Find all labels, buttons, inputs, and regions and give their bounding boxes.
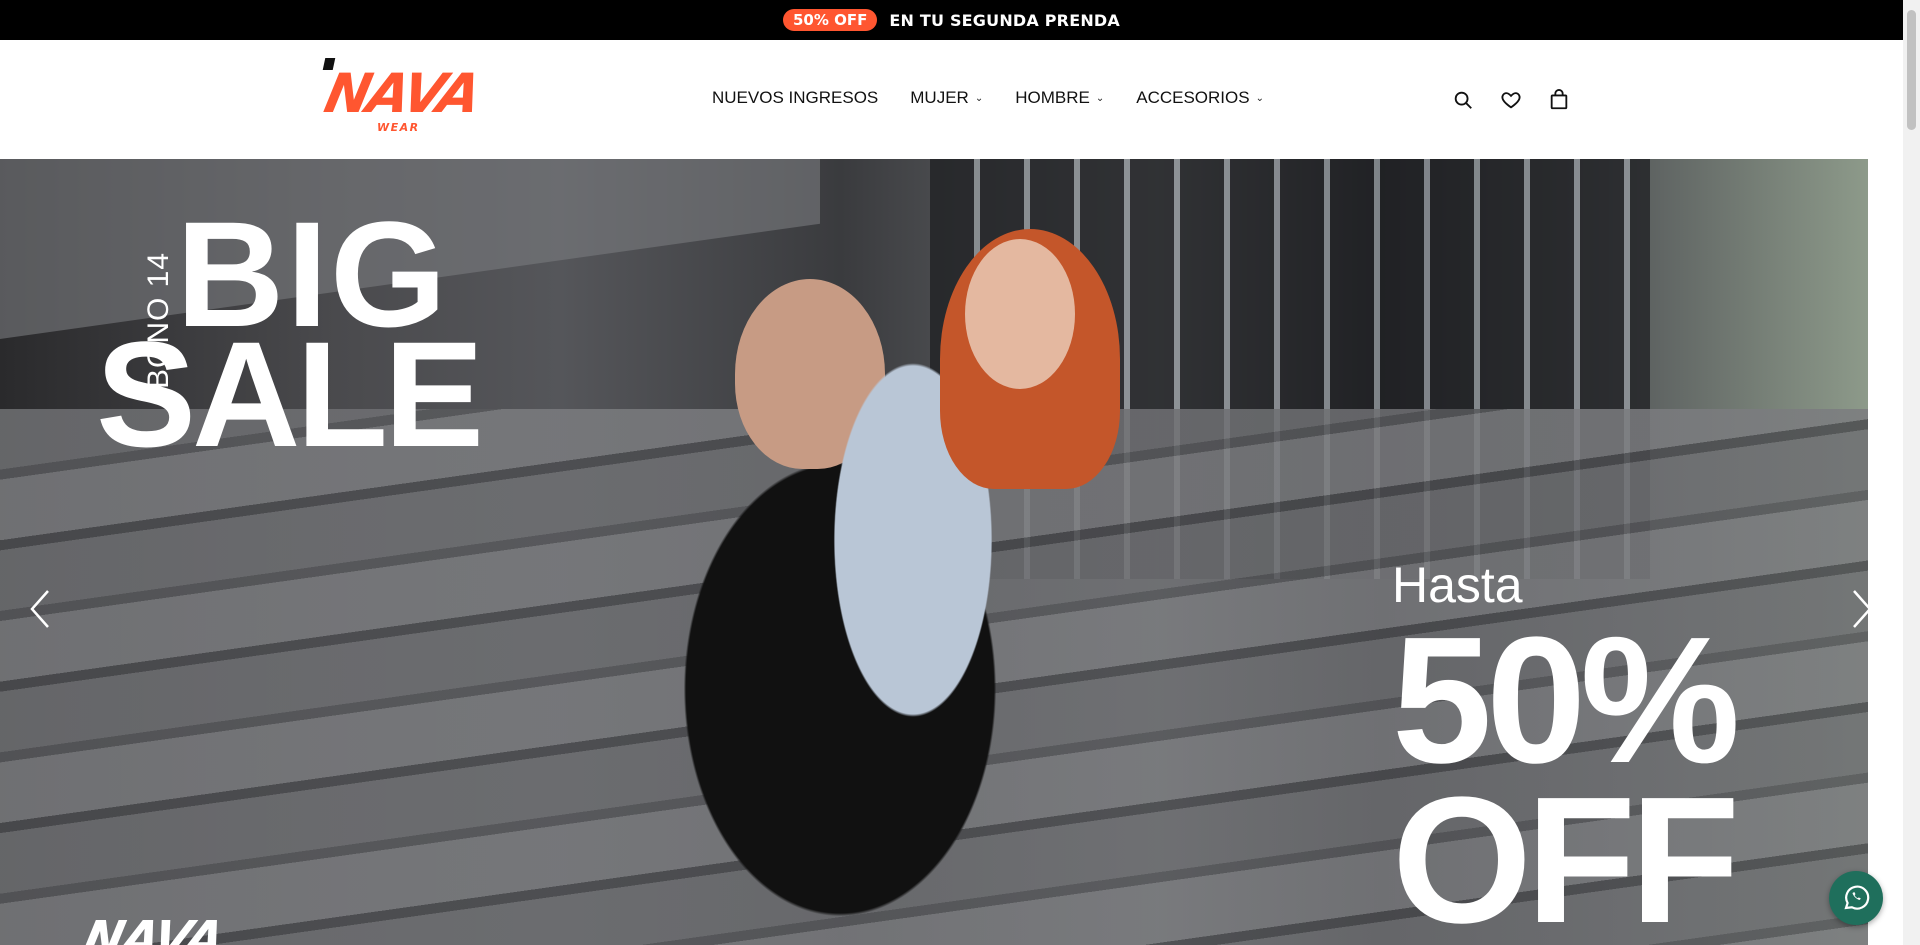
percent-text: 50% [1392,600,1740,801]
nav-item-nuevos-ingresos[interactable]: NUEVOS INGRESOS [712,88,878,108]
cart-button[interactable] [1546,87,1572,113]
site-header: NAVA WEAR NUEVOS INGRESOS MUJER ⌄ HOMBRE… [0,40,1903,159]
whatsapp-button[interactable] [1829,871,1883,925]
nav-item-label: NUEVOS INGRESOS [712,88,879,107]
slider-prev-button[interactable] [20,579,60,639]
nav-item-label: MUJER [910,88,969,107]
page-scrollbar[interactable] [1903,0,1920,945]
announcement-message: EN TU SEGUNDA PRENDA [889,10,1120,30]
main-nav: NUEVOS INGRESOS MUJER ⌄ HOMBRE ⌄ ACCESOR… [712,88,1264,108]
brand-logo[interactable]: NAVA WEAR [319,56,490,140]
slider-next-button[interactable] [1842,579,1868,639]
announcement-bar: 50% OFF EN TU SEGUNDA PRENDA [0,0,1903,40]
nav-item-hombre[interactable]: HOMBRE ⌄ [1015,88,1104,108]
bag-icon [1550,89,1568,110]
nav-item-accesorios[interactable]: ACCESORIOS ⌄ [1136,88,1264,108]
off-text: OFF [1392,760,1740,945]
chevron-left-icon [30,590,49,628]
hero-model-woman-head [965,239,1075,389]
discount-headline: Hasta 50% OFF [1392,557,1740,945]
nav-item-label: HOMBRE [1015,88,1090,107]
logo-wordmark: NAVA [319,62,485,125]
hero-banner[interactable]: BONO 14 BIG SALE Hasta 50% OFF NAVA [0,159,1868,945]
search-icon [1454,91,1472,109]
search-button[interactable] [1450,87,1476,113]
whatsapp-icon [1844,885,1870,910]
heart-icon [1501,92,1521,109]
chevron-down-icon: ⌄ [1255,92,1264,104]
sale-text: SALE [96,310,484,478]
logo-subtext: WEAR [377,121,420,134]
hero-brand-logo: NAVA [78,911,228,945]
scrollbar-thumb[interactable] [1907,10,1916,130]
nav-item-mujer[interactable]: MUJER ⌄ [910,88,983,108]
chevron-down-icon: ⌄ [1095,92,1105,104]
wishlist-button[interactable] [1498,87,1524,113]
chevron-right-icon [1853,590,1868,628]
nav-item-label: ACCESORIOS [1136,88,1250,107]
chevron-down-icon: ⌄ [974,92,984,104]
header-icons [1450,87,1572,113]
discount-badge: 50% OFF [783,9,878,31]
